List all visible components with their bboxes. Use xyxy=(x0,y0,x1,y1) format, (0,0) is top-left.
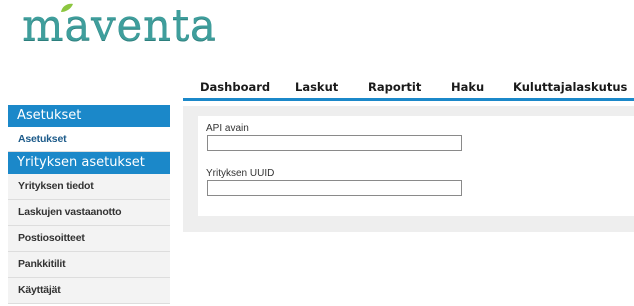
company-uuid-input[interactable] xyxy=(207,180,462,196)
logo-text: maventa xyxy=(22,0,217,51)
sidebar-item-postiosoitteet[interactable]: Postiosoitteet xyxy=(8,226,170,252)
api-key-input[interactable] xyxy=(207,135,462,151)
maventa-logo[interactable]: maventa xyxy=(22,0,216,52)
tab-kuluttajalaskutus[interactable]: Kuluttajalaskutus xyxy=(513,80,627,94)
sidebar-header-asetukset: Asetukset xyxy=(8,105,170,127)
sidebar-item-asetukset[interactable]: Asetukset xyxy=(8,127,170,152)
sidebar-item-yrityksen-tiedot[interactable]: Yrityksen tiedot xyxy=(8,174,170,200)
tab-dashboard[interactable]: Dashboard xyxy=(200,80,270,94)
nav-underline xyxy=(183,98,634,101)
api-key-label: API avain xyxy=(206,123,249,134)
sidebar-header-yrityksen-asetukset: Yrityksen asetukset xyxy=(8,152,170,174)
settings-panel: API avain Yrityksen UUID xyxy=(183,106,634,232)
sidebar: Asetukset Asetukset Yrityksen asetukset … xyxy=(8,105,170,304)
sidebar-item-laskujen-vastaanotto[interactable]: Laskujen vastaanotto xyxy=(8,200,170,226)
tab-raportit[interactable]: Raportit xyxy=(368,80,421,94)
sidebar-item-kayttajat[interactable]: Käyttäjät xyxy=(8,278,170,304)
settings-form: API avain Yrityksen UUID xyxy=(198,116,634,216)
company-uuid-label: Yrityksen UUID xyxy=(206,168,275,179)
top-navigation: Dashboard Laskut Raportit Haku Kuluttaja… xyxy=(183,78,634,101)
sidebar-item-pankkitilit[interactable]: Pankkitilit xyxy=(8,252,170,278)
tab-haku[interactable]: Haku xyxy=(451,80,484,94)
tab-laskut[interactable]: Laskut xyxy=(295,80,338,94)
